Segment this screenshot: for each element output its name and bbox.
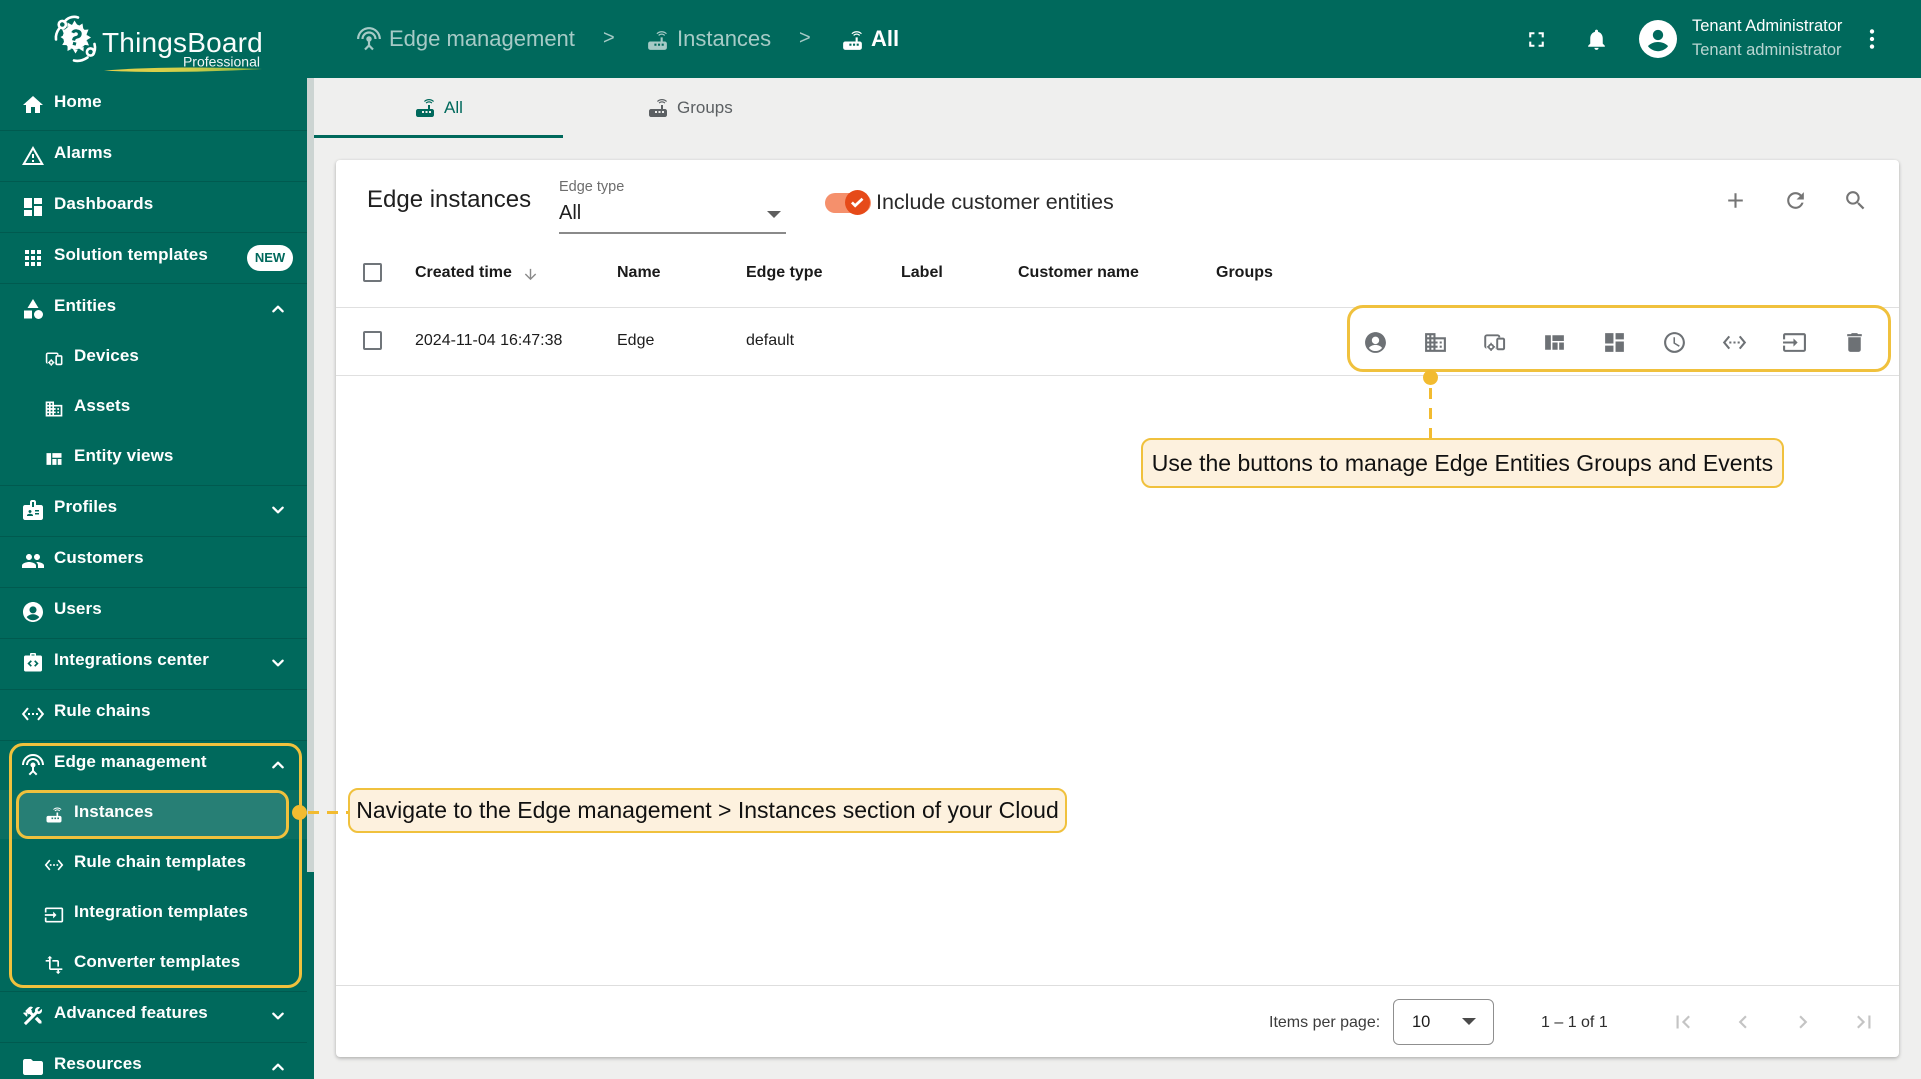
svg-text:Professional: Professional (183, 54, 260, 70)
